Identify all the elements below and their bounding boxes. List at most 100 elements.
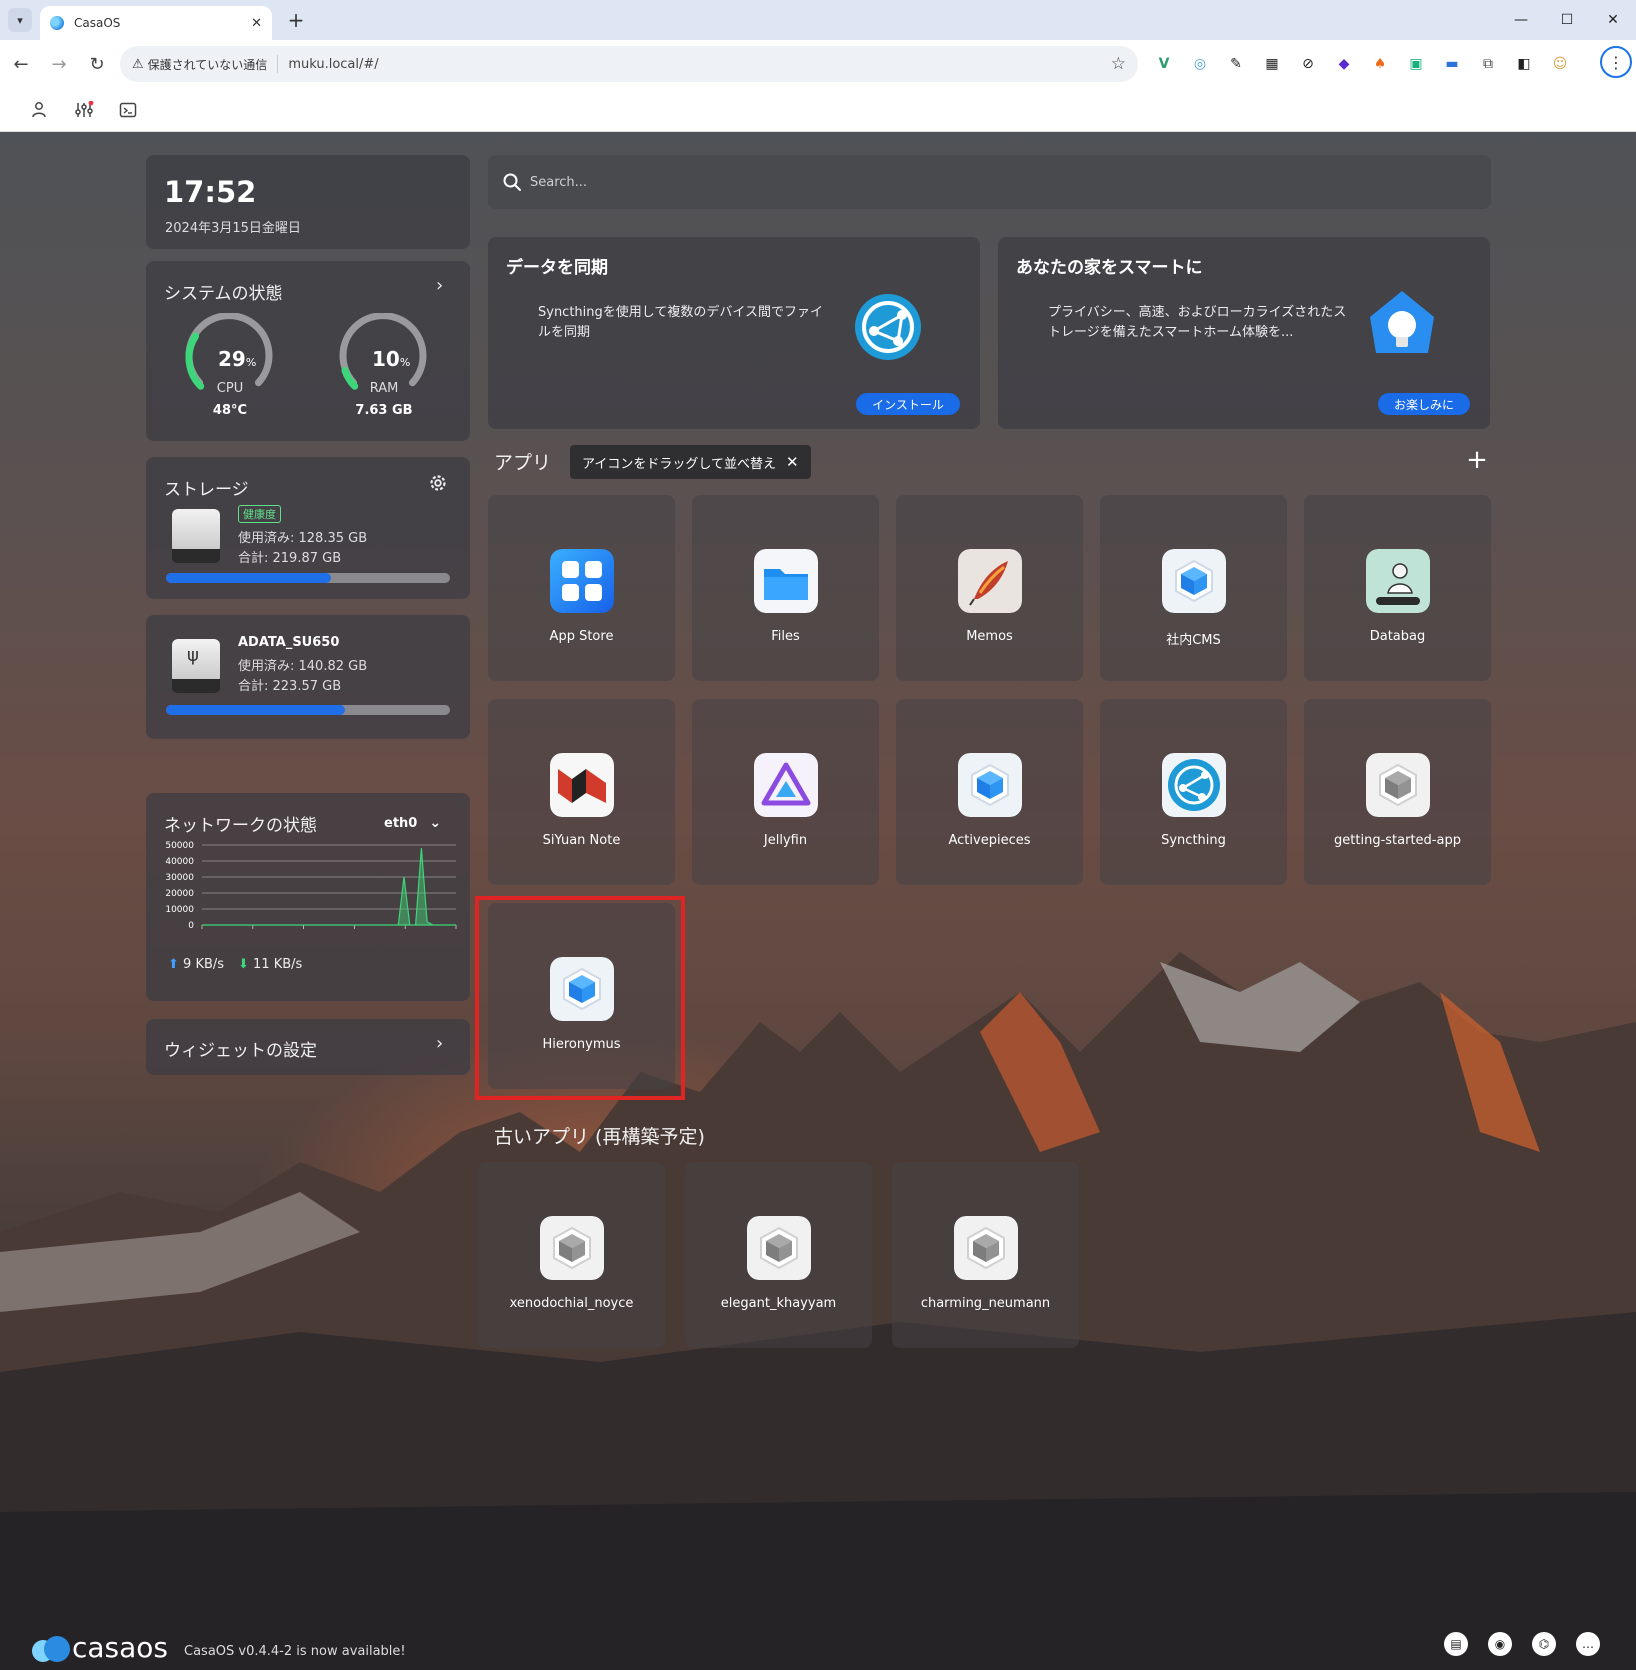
add-app-button[interactable]: + [1462, 445, 1492, 475]
clock-date: 2024年3月15日金曜日 [165, 221, 301, 236]
casaos-favicon-icon [50, 16, 64, 30]
discord-icon[interactable]: ◉ [1488, 1632, 1512, 1656]
new-tab-button[interactable]: + [284, 8, 308, 32]
browser-toolbar: ← → ↻ ⚠ 保護されていない通信 muku.local/#/ ☆ V ◎ ✎… [0, 40, 1636, 88]
upload-arrow-icon: ⬆ [168, 957, 179, 972]
app-label: 社内CMS [1166, 633, 1221, 648]
search-bar[interactable]: Search... [488, 155, 1491, 209]
url-text[interactable]: muku.local/#/ [288, 57, 1110, 72]
bookmark-star-icon[interactable]: ☆ [1111, 54, 1126, 74]
chevron-right-icon: › [436, 1033, 444, 1054]
window-controls: — ☐ ✕ [1498, 0, 1636, 40]
widget-settings-button[interactable]: ウィジェットの設定 › [146, 1019, 470, 1075]
shapes-extension-icon[interactable]: ◆ [1330, 50, 1358, 78]
address-bar[interactable]: ⚠ 保護されていない通信 muku.local/#/ ☆ [120, 46, 1138, 82]
cpu-temperature: 48°C [212, 403, 248, 418]
ram-percent: 10% [372, 347, 411, 371]
storage-title: ストレージ [164, 480, 249, 500]
forward-button[interactable]: → [42, 47, 76, 81]
terminal-icon[interactable] [114, 96, 142, 124]
cube-icon [1162, 549, 1226, 613]
app-tile-siyuan-note[interactable]: SiYuan Note [488, 699, 675, 885]
promo-title: データを同期 [506, 258, 608, 278]
drag-hint-text: アイコンをドラッグして並べ替え [582, 456, 776, 472]
vue-devtools-extension-icon[interactable]: V [1150, 50, 1178, 78]
casaos-brand: casaos [72, 1631, 169, 1664]
clock-widget: 17:52 2024年3月15日金曜日 [146, 155, 470, 249]
app-label: SiYuan Note [542, 833, 621, 848]
coming-soon-button[interactable]: お楽しみに [1378, 393, 1470, 415]
cpu-percent: 29% [218, 347, 257, 371]
network-chart: 50000 40000 30000 20000 10000 0 [165, 841, 457, 931]
browser-menu-button[interactable]: ⋮ [1600, 46, 1632, 78]
smart-home-icon [1366, 287, 1438, 363]
app-tile-elegant-khayyam[interactable]: elegant_khayyam [685, 1162, 872, 1348]
chevron-down-icon: ⌄ [429, 815, 442, 831]
message-icon[interactable]: … [1576, 1632, 1600, 1656]
qr-code-extension-icon[interactable]: ▦ [1258, 50, 1286, 78]
app-label: xenodochial_noyce [509, 1296, 634, 1311]
app-tile-activepieces[interactable]: Activepieces [896, 699, 1083, 885]
app-tile-jellyfin[interactable]: Jellyfin [692, 699, 879, 885]
app-label: getting-started-app [1334, 833, 1461, 848]
network-interface-select[interactable]: eth0 ⌄ [384, 815, 441, 831]
chevron-right-icon[interactable]: › [436, 275, 443, 296]
install-button[interactable]: インストール [856, 393, 960, 415]
warning-icon: ⚠ [132, 56, 144, 72]
browser-tab-bar: ▾ CasaOS ✕ + — ☐ ✕ [0, 0, 1636, 40]
profile-avatar-icon[interactable]: ☺ [1546, 50, 1574, 78]
promo-card-sync: データを同期 Syncthingを使用して複数のデバイス間でファイルを同期 イン… [488, 237, 980, 429]
extensions-puzzle-icon[interactable]: ⧉ [1474, 50, 1502, 78]
update-message[interactable]: CasaOS v0.4.4-2 is now available! [184, 1644, 406, 1659]
app-store-icon [550, 549, 614, 613]
github-icon[interactable]: ⌬ [1532, 1632, 1556, 1656]
side-panel-icon[interactable]: ◧ [1510, 50, 1538, 78]
eyedropper-extension-icon[interactable]: ✎ [1222, 50, 1250, 78]
close-icon[interactable]: ✕ [786, 453, 799, 471]
promo-card-smarthome: あなたの家をスマートに プライバシー、高速、およびローカライズされたストレージを… [998, 237, 1490, 429]
minimize-button[interactable]: — [1498, 0, 1544, 40]
maximize-button[interactable]: ☐ [1544, 0, 1590, 40]
block-extension-icon[interactable]: ⊘ [1294, 50, 1322, 78]
app-tile-getting-started-app[interactable]: getting-started-app [1304, 699, 1491, 885]
cube-icon [958, 753, 1022, 817]
fox-extension-icon[interactable]: ♠ [1366, 50, 1394, 78]
browser-tab[interactable]: CasaOS ✕ [40, 6, 272, 40]
app-tile-databag[interactable]: Databag [1304, 495, 1491, 681]
app-label: Activepieces [948, 833, 1031, 848]
gear-icon[interactable] [428, 473, 448, 497]
app-tile-memos[interactable]: Memos [896, 495, 1083, 681]
app-tile-app-store[interactable]: App Store [488, 495, 675, 681]
back-button[interactable]: ← [4, 47, 38, 81]
jellyfin-icon [754, 753, 818, 817]
widget-settings-label: ウィジェットの設定 [164, 1041, 317, 1061]
close-window-button[interactable]: ✕ [1590, 0, 1636, 40]
app-tile-syncthing[interactable]: Syncthing [1100, 699, 1287, 885]
security-indicator[interactable]: ⚠ 保護されていない通信 [132, 56, 267, 73]
screen-extension-icon[interactable]: ▬ [1438, 50, 1466, 78]
download-series-area [202, 848, 456, 926]
tab-close-icon[interactable]: ✕ [251, 16, 262, 31]
chat-icon[interactable]: ▤ [1444, 1632, 1468, 1656]
account-icon[interactable] [26, 96, 54, 124]
y-tick-label: 40000 [165, 857, 194, 867]
circle-extension-icon[interactable]: ◎ [1186, 50, 1214, 78]
search-icon [503, 173, 521, 191]
tab-search-button[interactable]: ▾ [8, 8, 32, 32]
app-label: Memos [966, 629, 1013, 644]
databag-icon [1366, 549, 1430, 613]
app-tile-xenodochial-noyce[interactable]: xenodochial_noyce [478, 1162, 665, 1348]
app-tile-files[interactable]: Files [692, 495, 879, 681]
grey-cube-icon [1366, 753, 1430, 817]
settings-sliders-icon[interactable] [70, 96, 98, 124]
casaos-logo[interactable]: casaos [32, 1631, 168, 1664]
green-extension-icon[interactable]: ▣ [1402, 50, 1430, 78]
y-tick-label: 50000 [165, 841, 194, 851]
syncthing-icon [1162, 753, 1226, 817]
app-tile-charming-neumann[interactable]: charming_neumann [892, 1162, 1079, 1348]
app-label: Files [771, 629, 800, 644]
reload-button[interactable]: ↻ [80, 47, 114, 81]
siyuan-icon [550, 753, 614, 817]
app-tile-cms[interactable]: 社内CMS [1100, 495, 1287, 681]
grey-cube-icon [747, 1216, 811, 1280]
